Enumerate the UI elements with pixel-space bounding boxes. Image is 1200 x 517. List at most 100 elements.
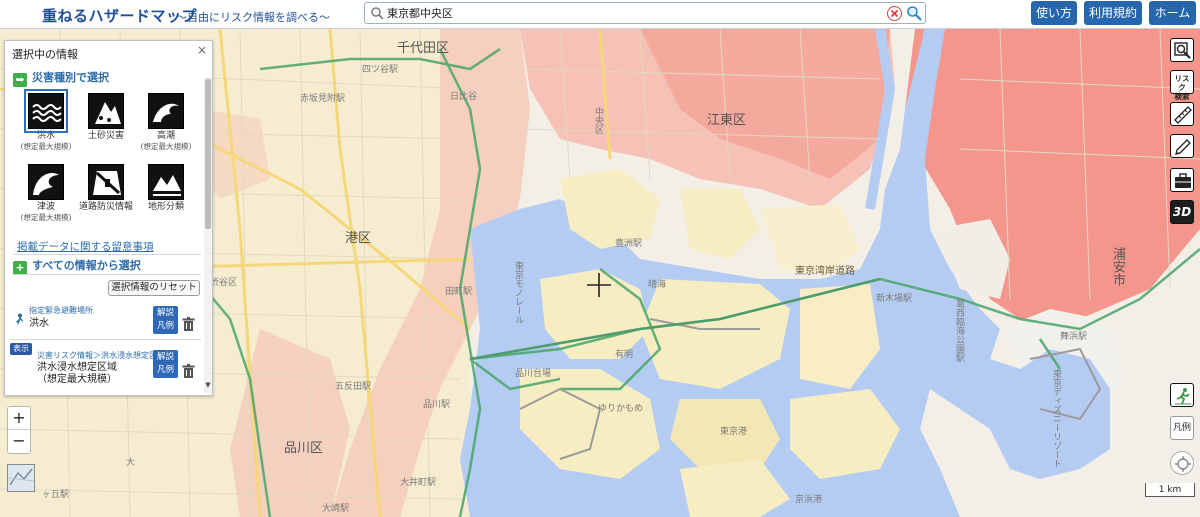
toolbox-tool[interactable] <box>1170 168 1194 192</box>
search-map-tool[interactable] <box>1170 38 1194 62</box>
map-label-koto: 江東区 <box>707 113 747 128</box>
map-label-oi: 大 <box>126 458 136 468</box>
section-by-hazard-type[interactable]: ➥ 災害種別で選択 <box>13 69 109 87</box>
hazard-flood-sub: (想定最大規模) <box>20 142 72 151</box>
hazard-landslide[interactable]: 土砂災害 <box>76 93 136 142</box>
risk-search-tool[interactable]: リスク 検索 <box>1170 70 1194 101</box>
terms-button[interactable]: 利用規約 <box>1084 1 1142 25</box>
panel-close-button[interactable]: × <box>197 43 207 57</box>
map-label-kasai-rinkai: 葛西臨海公園駅 <box>954 299 964 362</box>
section-divider <box>13 254 201 255</box>
evacuation-site-icon <box>16 313 24 325</box>
map-label-shibuya: 渋谷区 <box>210 278 238 288</box>
howto-button[interactable]: 使い方 <box>1031 1 1077 25</box>
panel-scrollbar[interactable]: ▼ <box>204 77 212 393</box>
plus-icon: + <box>13 261 27 275</box>
terrain-icon <box>148 164 184 200</box>
search-icon <box>371 7 384 20</box>
map-label-shinkiba: 新木場駅 <box>876 294 913 304</box>
map-label-shinagawa-station: 品川駅 <box>423 400 451 410</box>
legend-explain-button[interactable]: 解説 凡例 <box>153 350 178 378</box>
map-label-daiba: 品川台場 <box>515 369 552 379</box>
map-label-yurikamome: ゆりかもめ <box>598 404 644 414</box>
landslide-icon <box>88 93 124 129</box>
ruler-icon <box>1174 106 1192 124</box>
legend-tool[interactable]: 凡例 <box>1170 416 1194 440</box>
legend-explain-button[interactable]: 解説 凡例 <box>153 306 178 334</box>
current-location-button[interactable] <box>1170 451 1194 475</box>
site-title[interactable]: 重ねるハザードマップ <box>42 5 197 26</box>
clear-search-button[interactable] <box>887 6 902 21</box>
storm-surge-icon <box>148 93 184 129</box>
map-label-tokyo-port: 東京港 <box>720 427 748 437</box>
search-go-button[interactable] <box>906 5 922 21</box>
scroll-down-arrow-icon[interactable]: ▼ <box>204 381 212 391</box>
hazard-storm-surge-sub: (想定最大規模) <box>140 142 192 151</box>
map-label-osaki: 大崎駅 <box>322 504 350 514</box>
hazard-flood[interactable]: 洪水 (想定最大規模) <box>16 89 76 151</box>
zoom-in-button[interactable]: + <box>8 407 30 430</box>
search-box[interactable] <box>364 2 926 24</box>
pencil-icon <box>1175 139 1191 155</box>
arrow-icon: ➥ <box>13 73 27 87</box>
trash-icon[interactable] <box>182 317 195 332</box>
reset-selection-button[interactable]: 選択情報のリセット <box>108 280 200 296</box>
hazard-storm-surge[interactable]: 高潮 (想定最大規模) <box>136 93 196 151</box>
layer-caption: 災害リスク情報＞洪水浸水想定区 <box>37 351 157 360</box>
map-label-oimachi: 大井町駅 <box>400 478 437 488</box>
map-label-keihin-port: 京浜港 <box>795 495 823 505</box>
hazard-storm-surge-label: 高潮 <box>156 131 175 141</box>
map-label-ariake: 有明 <box>615 350 634 360</box>
section-divider <box>13 274 201 275</box>
map-label-shinagawa: 品川区 <box>284 441 324 456</box>
hazard-road-disaster[interactable]: 道路防災情報 <box>76 164 136 213</box>
site-subtitle: ～自由にリスク情報を調べる～ <box>176 11 330 24</box>
layer-item-flood-inundation[interactable]: 災害リスク情報＞洪水浸水想定区 洪水浸水想定区域 （想定最大規模） 解説 凡例 <box>5 343 203 387</box>
layer-name: 洪水浸水想定区域 （想定最大規模） <box>37 362 117 385</box>
panel-title: 選択中の情報 <box>12 48 78 61</box>
base-map-thumbnail-icon <box>7 465 35 491</box>
draw-tool[interactable] <box>1170 134 1194 158</box>
home-button[interactable]: ホーム <box>1149 1 1196 25</box>
map-label-gaoka: ヶ丘駅 <box>42 490 70 500</box>
tsunami-icon <box>28 164 64 200</box>
three-d-view-tool[interactable]: 3D <box>1170 200 1194 224</box>
evacuation-tool[interactable] <box>1170 383 1194 407</box>
measure-tool[interactable] <box>1170 102 1194 126</box>
map-label-tamachi: 田町駅 <box>445 287 473 297</box>
base-map-switcher[interactable] <box>7 464 35 492</box>
crosshair-locate-icon <box>1175 456 1191 472</box>
map-label-harumi: 晴海 <box>648 280 667 290</box>
data-notes-link[interactable]: 掲載データに関する留意事項 <box>17 239 154 254</box>
map-label-hibiya: 日比谷 <box>450 92 478 102</box>
trash-icon[interactable] <box>182 364 195 379</box>
scrollbar-thumb[interactable] <box>205 79 211 229</box>
map-label-toyosu: 豊洲駅 <box>615 239 643 249</box>
hazard-flood-label: 洪水 <box>36 131 55 141</box>
center-crosshair-icon <box>587 273 611 297</box>
map-label-gotanda: 五反田駅 <box>335 382 372 392</box>
map-label-urayasu: 浦安市 <box>1110 247 1125 286</box>
section-all-info[interactable]: + すべての情報から選択 <box>13 257 141 275</box>
hazard-landslide-label: 土砂災害 <box>87 131 124 141</box>
scale-bar: 1 km <box>1145 483 1195 497</box>
hazard-terrain-label: 地形分類 <box>147 202 184 212</box>
close-icon <box>890 9 899 18</box>
hazard-tsunami[interactable]: 津波 (想定最大規模) <box>16 164 76 222</box>
search-input[interactable] <box>387 5 887 21</box>
selected-info-panel: 選択中の情報 × ➥ 災害種別で選択 洪水 (想定最大規模) 土砂災害 高潮 (… <box>4 40 213 396</box>
hazard-tsunami-sub: (想定最大規模) <box>20 213 72 222</box>
zoom-out-button[interactable]: − <box>8 431 30 454</box>
road-disaster-icon <box>88 164 124 200</box>
map-label-chiyoda: 千代田区 <box>397 41 450 56</box>
map-label-akasakamitsuke: 赤坂見附駅 <box>300 94 346 104</box>
flood-icon <box>24 89 68 133</box>
layer-item-evacuation-flood[interactable]: 指定緊急避難場所 洪水 解説 凡例 <box>5 301 203 337</box>
map-label-minato: 港区 <box>345 231 372 246</box>
hazard-tsunami-label: 津波 <box>36 202 55 212</box>
map-label-disney-resort: 東京ディズニーリゾート <box>1051 369 1061 468</box>
hazard-terrain[interactable]: 地形分類 <box>136 164 196 213</box>
hazard-map-app: 重ねるハザードマップ ～自由にリスク情報を調べる～ 使い方 利用規約 ホーム <box>0 0 1200 517</box>
layer-caption: 指定緊急避難場所 <box>29 306 93 315</box>
section-by-hazard-type-label: 災害種別で選択 <box>32 71 109 84</box>
